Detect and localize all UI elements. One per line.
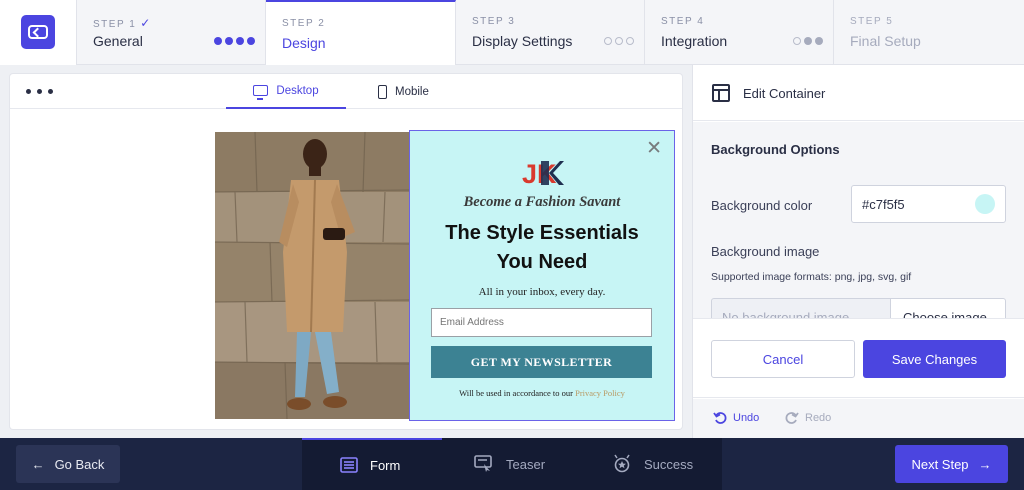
step-progress-dots xyxy=(604,37,634,45)
step-name: Final Setup xyxy=(850,33,921,49)
undo-button[interactable]: Undo xyxy=(713,411,759,425)
step-name: Design xyxy=(282,35,326,51)
container-layout-icon xyxy=(712,84,730,102)
choose-image-button[interactable]: Choose image xyxy=(890,298,1006,318)
step-progress-dots xyxy=(214,37,255,45)
step-number: STEP 3 xyxy=(472,16,516,27)
section-title: Background Options xyxy=(711,142,840,157)
popup-legal: Will be used in accordance to our Privac… xyxy=(459,388,625,398)
step-bar: STEP 1 ✓ General STEP 2 Design STEP 3 Dis… xyxy=(0,0,1024,65)
step-name: Integration xyxy=(661,33,728,49)
step-final-setup[interactable]: STEP 5 Final Setup xyxy=(834,0,1024,65)
logo-area xyxy=(0,0,77,65)
preview-toolbar: Desktop Mobile xyxy=(10,74,682,109)
tab-teaser[interactable]: Teaser xyxy=(474,438,545,490)
preview-panel: Desktop Mobile ✕ JK Become a Fashion Sav… xyxy=(10,74,682,429)
tab-mobile-label: Mobile xyxy=(395,85,429,98)
supported-formats-text: Supported image formats: png, jpg, svg, … xyxy=(711,271,912,283)
redo-button[interactable]: Redo xyxy=(785,411,831,425)
bottom-bar: ← Go Back Form Teaser Success Next Step … xyxy=(0,438,1024,490)
more-options-icon[interactable] xyxy=(26,89,53,94)
arrow-left-icon: ← xyxy=(31,456,45,472)
step-progress-dots xyxy=(793,37,823,45)
background-color-label: Background color xyxy=(711,198,813,213)
tab-mobile[interactable]: Mobile xyxy=(378,74,429,109)
popup-photo xyxy=(215,132,410,419)
popup-tagline: Become a Fashion Savant xyxy=(463,194,621,210)
tab-desktop[interactable]: Desktop xyxy=(226,74,346,109)
background-options: Background Options Background color #c7f… xyxy=(693,122,1024,318)
popup-container[interactable]: ✕ JK Become a Fashion Savant The Style E… xyxy=(409,130,675,421)
newsletter-submit-button[interactable]: GET MY NEWSLETTER xyxy=(431,346,652,378)
step-design[interactable]: STEP 2 Design xyxy=(266,0,456,65)
edit-panel: Edit Container Background Options Backgr… xyxy=(692,65,1024,438)
edit-panel-header: Edit Container xyxy=(693,65,1024,121)
email-field[interactable] xyxy=(431,308,652,337)
edit-panel-title: Edit Container xyxy=(743,86,826,101)
step-number: STEP 1 ✓ xyxy=(93,16,151,30)
success-badge-icon xyxy=(614,454,630,473)
popup-headline: The Style Essentials You Need xyxy=(445,222,639,273)
background-color-input[interactable]: #c7f5f5 xyxy=(851,185,1006,223)
background-color-value: #c7f5f5 xyxy=(862,196,905,212)
step-name: Display Settings xyxy=(472,33,573,49)
brand-logo: JK xyxy=(522,159,564,187)
popup-state-tabs: Form Teaser Success xyxy=(302,438,722,490)
step-display-settings[interactable]: STEP 3 Display Settings xyxy=(456,0,645,65)
close-icon[interactable]: ✕ xyxy=(646,139,662,158)
go-back-button[interactable]: ← Go Back xyxy=(16,445,120,483)
popup-subtext: All in your inbox, every day. xyxy=(478,286,606,298)
arrow-right-icon: → xyxy=(978,456,992,472)
tab-desktop-label: Desktop xyxy=(276,84,319,97)
check-icon: ✓ xyxy=(140,16,151,30)
teaser-icon xyxy=(474,455,492,472)
action-buttons: Cancel Save Changes xyxy=(693,318,1024,398)
next-step-button[interactable]: Next Step → xyxy=(895,445,1008,483)
privacy-policy-link[interactable]: Privacy Policy xyxy=(575,388,625,398)
history-controls: Undo Redo xyxy=(693,399,1024,438)
background-image-label: Background image xyxy=(711,244,820,259)
undo-icon xyxy=(713,412,727,424)
mobile-icon xyxy=(378,84,387,99)
redo-icon xyxy=(785,412,799,424)
step-number: STEP 5 xyxy=(850,16,894,27)
tab-success[interactable]: Success xyxy=(612,438,693,490)
step-general[interactable]: STEP 1 ✓ General xyxy=(77,0,266,65)
cancel-button[interactable]: Cancel xyxy=(711,340,855,378)
step-integration[interactable]: STEP 4 Integration xyxy=(645,0,834,65)
tab-form[interactable]: Form xyxy=(302,438,442,490)
background-image-field[interactable]: No background image xyxy=(711,298,891,318)
step-number: STEP 4 xyxy=(661,16,705,27)
desktop-icon xyxy=(253,85,269,100)
save-changes-button[interactable]: Save Changes xyxy=(863,340,1006,378)
step-name: General xyxy=(93,33,143,49)
color-swatch[interactable] xyxy=(975,194,995,214)
app-logo-icon[interactable] xyxy=(21,15,55,49)
form-icon xyxy=(340,457,358,473)
step-number: STEP 2 xyxy=(282,18,326,29)
